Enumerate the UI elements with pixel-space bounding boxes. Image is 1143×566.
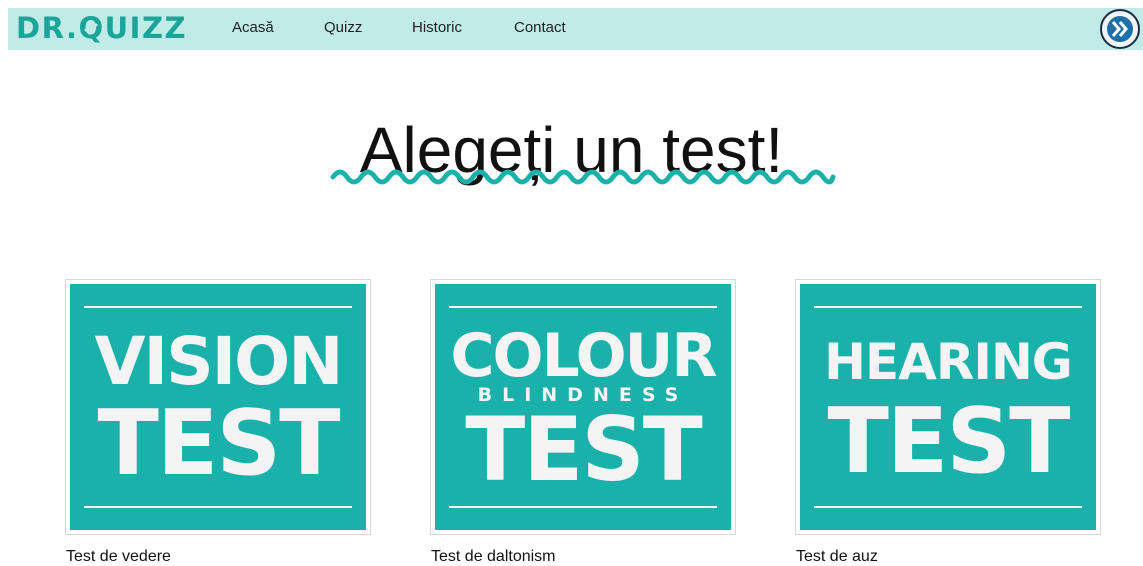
vision-test-card[interactable]: VISION TEST — [65, 279, 371, 535]
title-squiggle-underline — [330, 169, 836, 185]
nav-link-quizz[interactable]: Quizz — [324, 19, 362, 37]
art-rule-top — [814, 306, 1082, 308]
logo-suffix: UIZZ — [104, 11, 188, 45]
nav-link-acasa[interactable]: Acasă — [232, 19, 274, 37]
art-word-hearing: HEARING — [824, 333, 1073, 391]
art-word-test: TEST — [465, 398, 703, 501]
art-word-test: TEST — [827, 389, 1070, 494]
art-rule-top — [449, 306, 717, 308]
art-word-colour: COLOUR — [450, 321, 717, 391]
art-word-vision: VISION — [94, 323, 343, 400]
logo-q: Q — [78, 11, 105, 45]
art-rule-bottom — [449, 506, 717, 508]
art-rule-bottom — [814, 506, 1082, 508]
logo[interactable]: DR.Q UIZZ — [16, 11, 187, 45]
art-rule-bottom — [84, 506, 352, 508]
nav-next-button[interactable] — [1100, 9, 1140, 49]
colour-blindness-test-card[interactable]: COLOUR BLINDNESS TEST — [430, 279, 736, 535]
caption-colour-blindness-test[interactable]: Test de daltonism — [431, 548, 556, 566]
navbar: DR.Q UIZZ Acasă Quizz Historic Contact — [8, 8, 1143, 50]
art-word-test: TEST — [97, 391, 340, 496]
check-icon — [84, 23, 99, 35]
double-chevron-right-icon — [1107, 16, 1133, 42]
colour-blindness-test-image: COLOUR BLINDNESS TEST — [435, 284, 731, 530]
nav-link-contact[interactable]: Contact — [514, 19, 566, 37]
logo-prefix: DR. — [16, 11, 79, 45]
hearing-test-image: HEARING TEST — [800, 284, 1096, 530]
art-rule-top — [84, 306, 352, 308]
nav-link-historic[interactable]: Historic — [412, 19, 462, 37]
caption-hearing-test[interactable]: Test de auz — [796, 548, 878, 566]
vision-test-image: VISION TEST — [70, 284, 366, 530]
hearing-test-card[interactable]: HEARING TEST — [795, 279, 1101, 535]
caption-vision-test[interactable]: Test de vedere — [66, 548, 171, 566]
